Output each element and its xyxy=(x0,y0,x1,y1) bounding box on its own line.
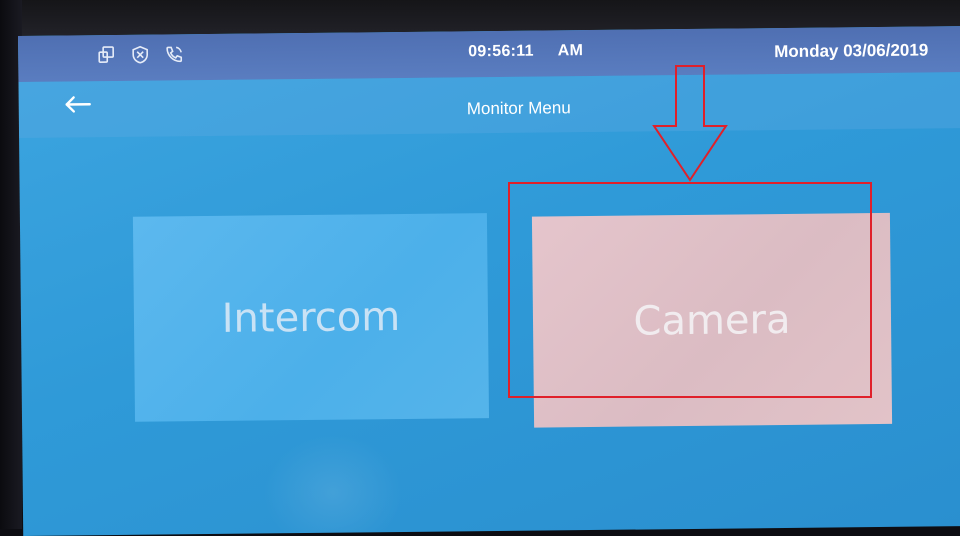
status-icons xyxy=(96,44,184,69)
clock-time: 09:56:11 xyxy=(468,42,534,61)
status-date: Monday 03/06/2019 xyxy=(774,40,929,62)
screen-glare xyxy=(262,431,404,536)
shield-icon xyxy=(130,45,150,69)
camera-tile-label: Camera xyxy=(633,296,791,345)
clock-meridiem: AM xyxy=(557,42,584,60)
status-clock: 09:56:11 AM xyxy=(468,42,583,61)
devices-icon xyxy=(96,45,116,69)
title-bar: Monitor Menu xyxy=(18,72,960,138)
intercom-tile-label: Intercom xyxy=(221,293,401,342)
camera-tile[interactable]: Camera xyxy=(531,212,893,428)
page-title: Monitor Menu xyxy=(466,98,571,119)
phone-icon xyxy=(164,44,184,68)
intercom-tile[interactable]: Intercom xyxy=(132,213,490,422)
device-screen: 09:56:11 AM Monday 03/06/2019 Monitor Men… xyxy=(18,26,960,536)
down-arrow-icon xyxy=(652,65,728,182)
back-arrow-icon[interactable] xyxy=(63,91,93,117)
